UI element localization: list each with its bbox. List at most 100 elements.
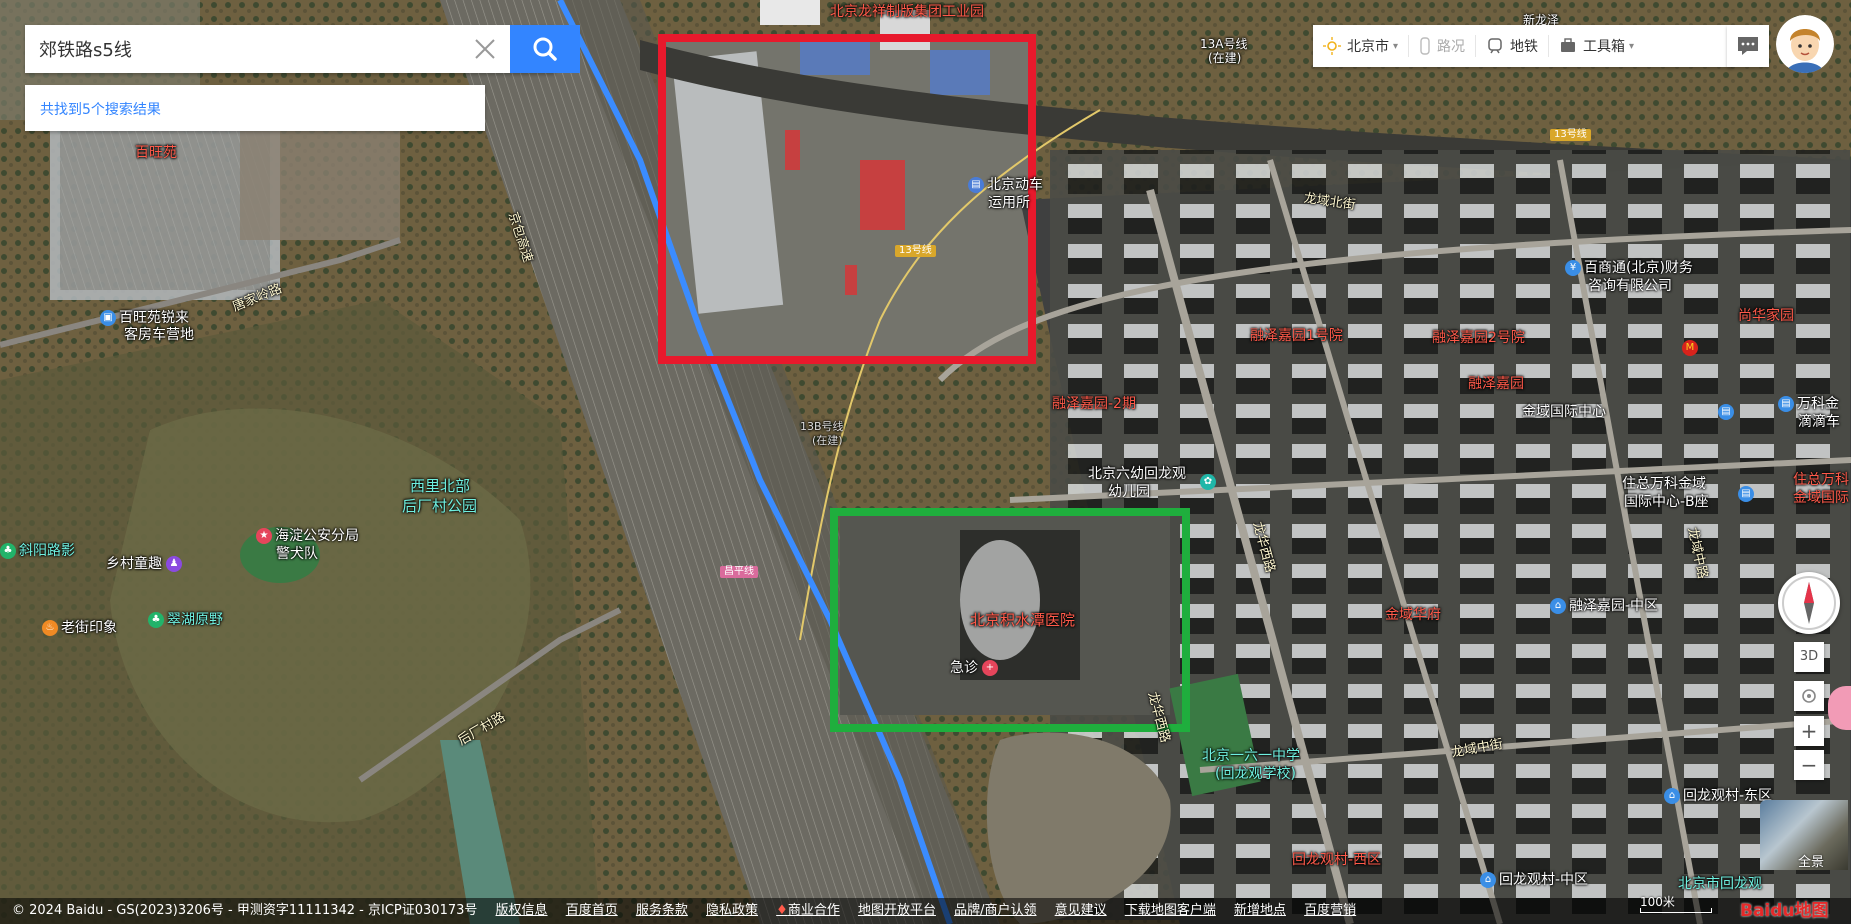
line-badge-13: 13号线 — [895, 245, 936, 257]
flame-icon: ♦ — [776, 903, 788, 918]
side-panel-tab[interactable] — [1828, 686, 1851, 730]
poi-label-longxiang[interactable]: 北京龙祥制版集团工业园 — [830, 4, 984, 21]
panorama-label[interactable]: 全景 — [1798, 851, 1824, 870]
footer-link-terms[interactable]: 服务条款 — [636, 898, 688, 924]
mcdonalds-icon[interactable]: M — [1682, 340, 1701, 357]
footer-link-feedback[interactable]: 意见建议 — [1055, 898, 1107, 924]
poi-huilong-east[interactable]: ⌂ 回龙观村-东区 — [1664, 788, 1772, 805]
poi-label-baiwang-camp-1: 百旺苑锐来 — [119, 310, 189, 326]
poi-baishang[interactable]: ¥ 百商通(北京)财务 — [1565, 260, 1693, 277]
footer-link-download[interactable]: 下载地图客户端 — [1125, 898, 1216, 924]
city-selector[interactable]: 北京市 ▾ — [1313, 25, 1408, 67]
poi-label-zhuzong-right-1[interactable]: 住总万科 — [1793, 472, 1849, 489]
poi-label-rongze-mid: 融泽嘉园-中区 — [1569, 598, 1659, 614]
residential-icon: ⌂ — [1664, 788, 1680, 804]
poi-label-jinyuhuafu[interactable]: 金域华府 — [1385, 607, 1441, 624]
footer-link-open-platform[interactable]: 地图开放平台 — [858, 898, 936, 924]
3d-toggle-button[interactable]: 3D — [1794, 642, 1824, 672]
finance-icon: ¥ — [1565, 260, 1581, 276]
poi-laojie[interactable]: ♨ 老街印象 — [42, 620, 117, 637]
poi-label-xiecun: 斜阳路影 — [19, 543, 75, 559]
poi-label-rongze[interactable]: 融泽嘉园 — [1468, 376, 1524, 393]
poi-label-baiwangyuan[interactable]: 百旺苑 — [135, 145, 177, 162]
hospital-icon: + — [982, 660, 998, 676]
poi-police[interactable]: ★ 海淀公安分局 — [256, 528, 359, 545]
poi-label-kindergarten-1[interactable]: 北京六幼回龙观 — [1088, 466, 1186, 483]
user-avatar[interactable] — [1776, 15, 1834, 73]
line-badge-changping: 昌平线 — [720, 566, 758, 578]
park-icon: ♣ — [0, 543, 16, 559]
poi-cuihu[interactable]: ♣ 翠湖原野 — [148, 612, 223, 629]
clear-search-button[interactable] — [461, 25, 509, 73]
poi-xiangcun[interactable]: 乡村童趣 ♟ — [106, 556, 185, 573]
poi-label-emu-2: 运用所 — [988, 195, 1030, 211]
poi-label-hospital[interactable]: 北京积水潭医院 — [970, 612, 1075, 629]
traffic-label: 路况 — [1437, 39, 1466, 55]
footer-link-business-label: 商业合作 — [787, 903, 840, 918]
location-button[interactable] — [1794, 681, 1824, 711]
poi-huilong-mid[interactable]: ⌂ 回龙观村-中区 — [1480, 872, 1588, 889]
poi-label-rongze-1[interactable]: 融泽嘉园1号院 — [1250, 328, 1343, 345]
poi-wanke[interactable]: ▤ 万科金 — [1778, 396, 1839, 413]
footer-link-add-place[interactable]: 新增地点 — [1234, 898, 1286, 924]
park-label-xierqi-1[interactable]: 西里北部 — [410, 478, 470, 495]
poi-label-baishang-2: 咨询有限公司 — [1588, 278, 1672, 294]
line-label-13b-status: (在建) — [812, 434, 843, 447]
search-button[interactable] — [510, 25, 580, 73]
subway-icon — [1488, 38, 1502, 54]
toolbox-dropdown[interactable]: 工具箱 ▾ — [1549, 25, 1644, 67]
building-icon: ▤ — [1778, 396, 1794, 412]
search-result-summary[interactable]: 共找到5个搜索结果 — [40, 99, 161, 119]
compass-control[interactable] — [1778, 572, 1840, 634]
poi-label-shanghua[interactable]: 尚华家园 — [1738, 308, 1794, 325]
poi-baiwang-camp[interactable]: ▣ 百旺苑锐来 — [100, 310, 189, 327]
kindergarten-icon: ✿ — [1200, 474, 1216, 490]
poi-label-jinyu-center[interactable]: 金域国际中心 — [1522, 404, 1606, 421]
poi-label-kindergarten-2: 幼儿园 — [1108, 484, 1150, 500]
footer-link-business[interactable]: ♦商业合作 — [776, 898, 840, 924]
footer-link-copyright[interactable]: 版权信息 — [496, 898, 548, 924]
zoom-in-button[interactable]: + — [1794, 716, 1824, 746]
poi-label-wanke-2: 滴滴车 — [1798, 414, 1840, 430]
footer-link-marketing[interactable]: 百度营销 — [1304, 898, 1356, 924]
poi-label-huilong-east: 回龙观村-东区 — [1683, 788, 1773, 804]
poi-label-huilong-west[interactable]: 回龙观村-西区 — [1292, 852, 1381, 869]
poi-label-zhuzong-2: 国际中心-B座 — [1624, 494, 1709, 510]
park-label-xierqi-2: 后厂村公园 — [402, 497, 478, 515]
poi-label-huilong-school[interactable]: 北京市回龙观 — [1678, 876, 1762, 893]
poi-label-zhuzong-1[interactable]: 住总万科金域 — [1622, 476, 1706, 493]
toolbox-label: 工具箱 — [1583, 39, 1626, 55]
city-label: 北京市 — [1347, 39, 1389, 55]
subway-label: 地铁 — [1510, 39, 1539, 55]
traffic-toggle[interactable]: 路况 — [1409, 25, 1475, 67]
search-input[interactable] — [25, 25, 435, 73]
poi-rongze-mid[interactable]: ⌂ 融泽嘉园-中区 — [1550, 598, 1658, 615]
map-toolbar: 北京市 ▾ 路况 地铁 工具箱 ▾ — [1313, 25, 1733, 67]
traffic-light-icon — [1420, 37, 1430, 55]
footer-link-brand-claim[interactable]: 品牌/商户认领 — [954, 898, 1036, 924]
bus-icon: ▣ — [100, 310, 116, 326]
footer-link-baidu-home[interactable]: 百度首页 — [566, 898, 618, 924]
line-label-13a-status: (在建) — [1208, 51, 1242, 65]
scale-bar: 100米 — [1640, 893, 1712, 913]
restaurant-icon: ♨ — [42, 620, 58, 636]
poi-label-rongze-2[interactable]: 融泽嘉园2号院 — [1432, 330, 1525, 347]
poi-xiecun[interactable]: ♣ 斜阳路影 — [0, 543, 75, 560]
chevron-down-icon: ▾ — [1393, 40, 1399, 52]
zoom-out-button[interactable]: − — [1794, 750, 1824, 780]
poi-label-rongze-phase2[interactable]: 融泽嘉园-2期 — [1052, 396, 1136, 413]
building-icon: ▤ — [1738, 486, 1754, 502]
footer-link-privacy[interactable]: 隐私政策 — [706, 898, 758, 924]
poi-label-huilong-mid: 回龙观村-中区 — [1499, 872, 1589, 888]
sun-icon — [1323, 37, 1341, 55]
poi-emergency[interactable]: 急诊 + — [950, 660, 1001, 677]
subway-button[interactable]: 地铁 — [1476, 25, 1548, 67]
footer-bar: © 2024 Baidu - GS(2023)3206号 - 甲测资字11111… — [0, 898, 1851, 924]
park-icon: ♣ — [148, 612, 164, 628]
poi-label-school-2: (回龙观学校) — [1215, 766, 1296, 782]
message-button[interactable] — [1727, 25, 1769, 67]
poi-label-police-1: 海淀公安分局 — [275, 528, 359, 544]
poi-emu-depot[interactable]: ▤ 北京动车 — [968, 177, 1043, 194]
poi-label-school-1[interactable]: 北京一六一中学 — [1202, 748, 1300, 765]
copyright-text: © 2024 Baidu - GS(2023)3206号 - 甲测资字11111… — [12, 903, 478, 918]
